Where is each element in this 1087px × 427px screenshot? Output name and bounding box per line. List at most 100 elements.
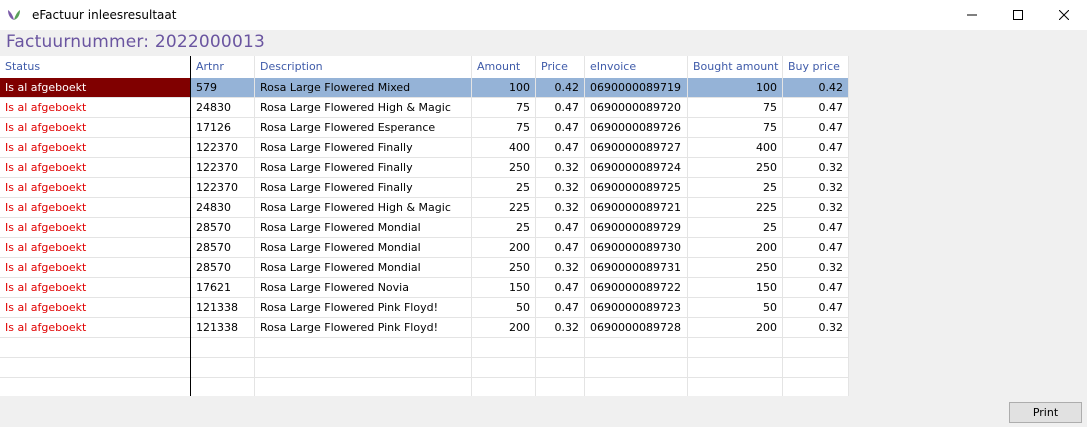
einvoice-cell[interactable]: 0690000089725 [585,178,688,198]
buy-price-cell[interactable]: 0.47 [783,298,849,318]
einvoice-cell[interactable]: 0690000089720 [585,98,688,118]
buy-price-cell[interactable]: 0.32 [783,198,849,218]
status-cell[interactable]: Is al afgeboekt [0,78,191,98]
amount-cell[interactable]: 400 [472,138,536,158]
amount-cell[interactable]: 250 [472,158,536,178]
amount-cell[interactable] [472,378,536,396]
bought-amount-cell[interactable]: 200 [688,318,783,338]
description-cell[interactable] [255,358,472,378]
status-cell[interactable]: Is al afgeboekt [0,238,191,258]
buy-price-cell[interactable]: 0.32 [783,318,849,338]
amount-cell[interactable]: 25 [472,218,536,238]
description-cell[interactable]: Rosa Large Flowered Finally [255,178,472,198]
einvoice-cell[interactable]: 0690000089728 [585,318,688,338]
status-cell[interactable]: Is al afgeboekt [0,258,191,278]
buy-price-cell[interactable]: 0.47 [783,118,849,138]
price-cell[interactable]: 0.47 [536,138,585,158]
table-row[interactable]: Is al afgeboekt 17126 Rosa Large Flowered … [0,118,849,138]
price-cell[interactable]: 0.32 [536,178,585,198]
price-cell[interactable] [536,358,585,378]
bought-amount-cell[interactable]: 225 [688,198,783,218]
status-cell[interactable] [0,378,191,396]
amount-cell[interactable] [472,358,536,378]
column-header-artnr[interactable]: Artnr [191,56,255,78]
table-row[interactable]: Is al afgeboekt 17621 Rosa Large Flowered … [0,278,849,298]
artnr-cell[interactable] [191,358,255,378]
artnr-cell[interactable]: 122370 [191,138,255,158]
description-cell[interactable]: Rosa Large Flowered Mixed [255,78,472,98]
buy-price-cell[interactable]: 0.42 [783,78,849,98]
einvoice-cell[interactable]: 0690000089722 [585,278,688,298]
status-cell[interactable]: Is al afgeboekt [0,138,191,158]
einvoice-cell[interactable]: 0690000089719 [585,78,688,98]
bought-amount-cell[interactable]: 50 [688,298,783,318]
description-cell[interactable]: Rosa Large Flowered Mondial [255,258,472,278]
amount-cell[interactable]: 225 [472,198,536,218]
table-row[interactable]: Is al afgeboekt 122370 Rosa Large Flowered… [0,138,849,158]
buy-price-cell[interactable]: 0.32 [783,178,849,198]
amount-cell[interactable]: 200 [472,238,536,258]
column-header-buy-price[interactable]: Buy price [783,56,849,78]
description-cell[interactable]: Rosa Large Flowered Pink Floyd! [255,318,472,338]
price-cell[interactable]: 0.32 [536,258,585,278]
bought-amount-cell[interactable]: 400 [688,138,783,158]
description-cell[interactable]: Rosa Large Flowered Novia [255,278,472,298]
amount-cell[interactable]: 200 [472,318,536,338]
einvoice-cell[interactable]: 0690000089729 [585,218,688,238]
price-cell[interactable]: 0.47 [536,298,585,318]
column-header-status[interactable]: Status [0,56,191,78]
artnr-cell[interactable] [191,338,255,358]
artnr-cell[interactable] [191,378,255,396]
empty-table-row[interactable] [0,358,849,378]
description-cell[interactable]: Rosa Large Flowered Mondial [255,238,472,258]
description-cell[interactable] [255,378,472,396]
invoice-lines-grid[interactable]: Status Artnr Description Amount Price eI… [0,56,849,396]
status-cell[interactable]: Is al afgeboekt [0,278,191,298]
artnr-cell[interactable]: 121338 [191,318,255,338]
bought-amount-cell[interactable] [688,358,783,378]
column-header-amount[interactable]: Amount [472,56,536,78]
table-row[interactable]: Is al afgeboekt 122370 Rosa Large Flowered… [0,178,849,198]
buy-price-cell[interactable]: 0.47 [783,278,849,298]
description-cell[interactable]: Rosa Large Flowered High & Magic [255,198,472,218]
empty-table-row[interactable] [0,338,849,358]
einvoice-cell[interactable]: 0690000089727 [585,138,688,158]
einvoice-cell[interactable]: 0690000089724 [585,158,688,178]
bought-amount-cell[interactable]: 25 [688,218,783,238]
artnr-cell[interactable]: 28570 [191,238,255,258]
buy-price-cell[interactable]: 0.32 [783,158,849,178]
bought-amount-cell[interactable]: 100 [688,78,783,98]
description-cell[interactable]: Rosa Large Flowered Finally [255,138,472,158]
status-cell[interactable]: Is al afgeboekt [0,158,191,178]
einvoice-cell[interactable]: 0690000089721 [585,198,688,218]
buy-price-cell[interactable]: 0.47 [783,98,849,118]
column-header-description[interactable]: Description [255,56,472,78]
artnr-cell[interactable]: 28570 [191,218,255,238]
status-cell[interactable] [0,338,191,358]
price-cell[interactable]: 0.47 [536,238,585,258]
print-button[interactable]: Print [1009,402,1082,423]
status-cell[interactable]: Is al afgeboekt [0,298,191,318]
artnr-cell[interactable]: 24830 [191,98,255,118]
column-header-price[interactable]: Price [536,56,585,78]
price-cell[interactable]: 0.47 [536,278,585,298]
bought-amount-cell[interactable]: 75 [688,118,783,138]
bought-amount-cell[interactable]: 200 [688,238,783,258]
artnr-cell[interactable]: 122370 [191,178,255,198]
price-cell[interactable]: 0.42 [536,78,585,98]
description-cell[interactable]: Rosa Large Flowered Finally [255,158,472,178]
buy-price-cell[interactable]: 0.47 [783,238,849,258]
artnr-cell[interactable]: 121338 [191,298,255,318]
artnr-cell[interactable]: 24830 [191,198,255,218]
table-row[interactable]: Is al afgeboekt 122370 Rosa Large Flowered… [0,158,849,178]
table-row[interactable]: Is al afgeboekt 121338 Rosa Large Flowered… [0,298,849,318]
amount-cell[interactable]: 25 [472,178,536,198]
amount-cell[interactable]: 250 [472,258,536,278]
bought-amount-cell[interactable]: 25 [688,178,783,198]
status-cell[interactable]: Is al afgeboekt [0,118,191,138]
table-row[interactable]: Is al afgeboekt 28570 Rosa Large Flowered … [0,218,849,238]
buy-price-cell[interactable] [783,378,849,396]
price-cell[interactable]: 0.47 [536,118,585,138]
status-cell[interactable]: Is al afgeboekt [0,98,191,118]
einvoice-cell[interactable] [585,358,688,378]
